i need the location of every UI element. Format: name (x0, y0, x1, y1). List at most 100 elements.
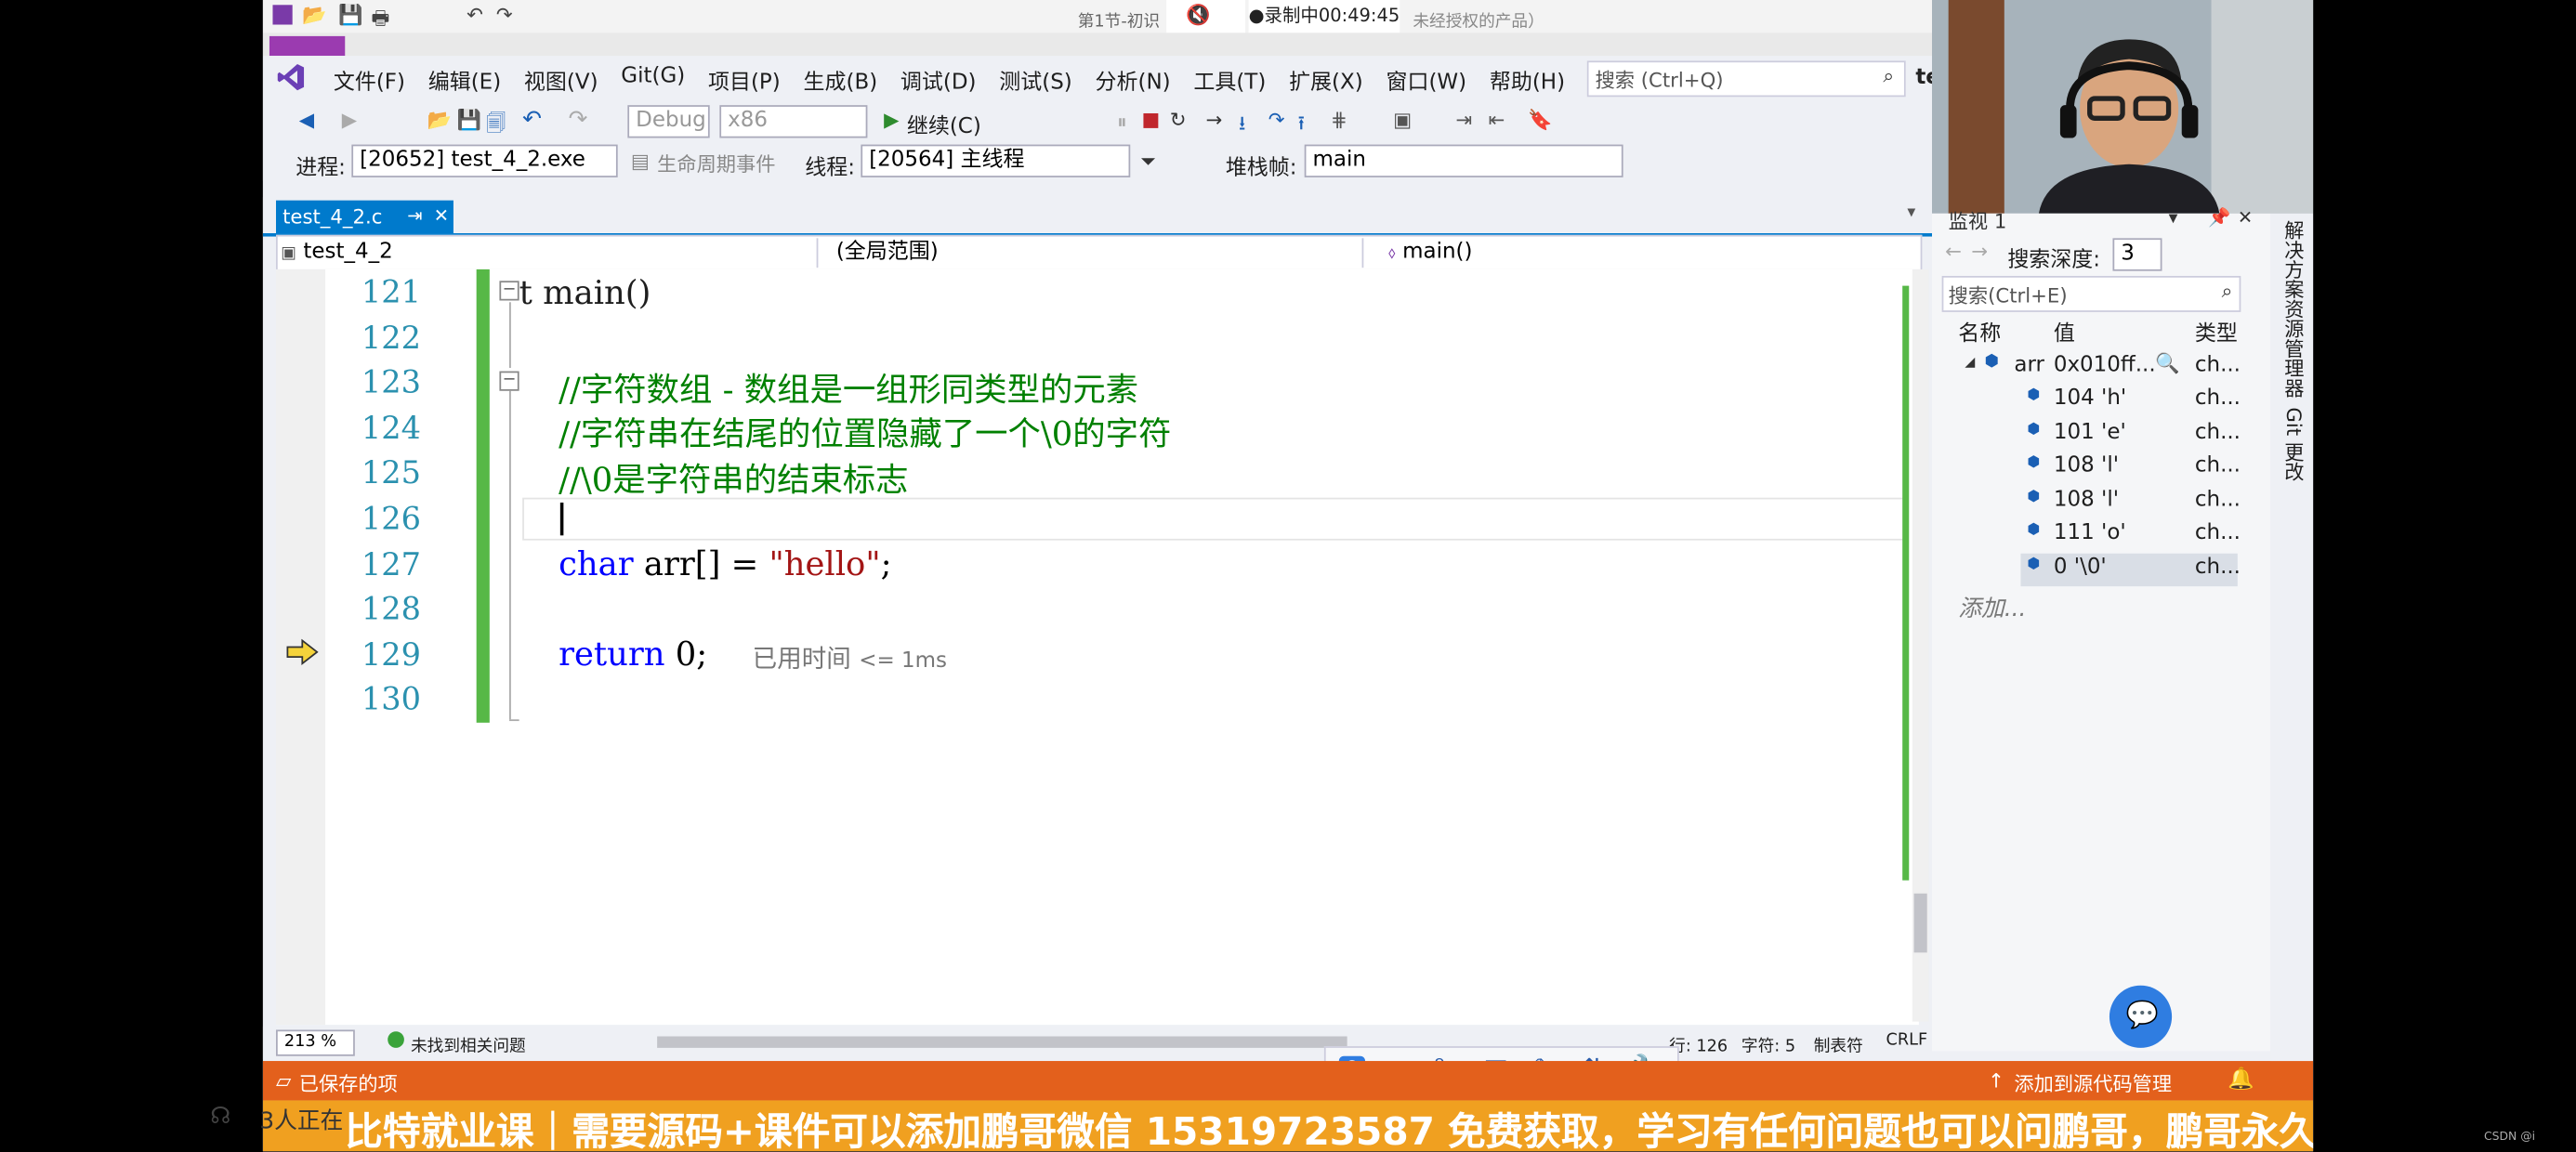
code-editor[interactable]: 121 122 123 124 125 126 127 128 129 130 − − t mai… (276, 268, 1929, 1026)
editor-status-bar: 213 % 未找到相关问题 行: 126 字符: 5 制表符 CRLF (262, 1026, 1933, 1060)
watch-row-arr[interactable]: ◢ ⬢ arr 0x010ff... 🔍 ch... (1932, 351, 2261, 384)
menu-item[interactable]: 测试(S) (988, 64, 1084, 96)
configuration-dropdown[interactable]: Debug (627, 105, 710, 138)
column-value-header[interactable]: 值 (2054, 315, 2075, 347)
step-out-icon[interactable]: ⭱ (1298, 109, 1305, 143)
tabs-indicator[interactable]: 制表符 (1814, 1031, 1863, 1055)
redo-toolbar-icon[interactable]: ↷ (569, 107, 588, 133)
forward-icon[interactable]: ▶ (342, 109, 357, 132)
watch-close-icon[interactable]: ✕ (2238, 207, 2253, 229)
restart-icon[interactable]: ↻ (1170, 109, 1187, 132)
menu-item[interactable]: 分析(N) (1084, 64, 1182, 96)
issues-status[interactable]: 未找到相关问题 (411, 1031, 526, 1055)
bookmark-icon[interactable]: 🔖 (1528, 109, 1552, 132)
close-tab-icon[interactable]: ✕ (434, 205, 449, 227)
hex-display-icon[interactable]: ⋕ (1331, 109, 1347, 132)
continue-button[interactable]: 继续(C) (907, 109, 981, 140)
line-number: 123 (361, 364, 422, 401)
function-icon: ⬨ (1387, 244, 1396, 263)
watch-child-row[interactable]: ⬢ 101 'e' ch... (1932, 418, 2261, 451)
window-title-fragment: 第1节-初识 (1077, 13, 1161, 32)
git-changes-tab[interactable]: Git 更改 (2280, 407, 2306, 481)
collapse-comment-icon[interactable]: − (499, 371, 519, 391)
stop-icon[interactable] (1143, 112, 1159, 128)
redo-icon[interactable]: ↷ (496, 4, 513, 27)
add-to-source-control-button[interactable]: 添加到源代码管理 (2014, 1069, 2172, 1097)
watch-back-icon[interactable]: ← (1945, 240, 1962, 263)
char-indicator: 字符: 5 (1741, 1038, 1796, 1056)
vertical-scrollbar[interactable] (1912, 268, 1929, 1022)
solution-explorer-tab[interactable]: 解决方案资源管理器 (2280, 220, 2306, 398)
watch-add-item[interactable]: 添加... (1958, 591, 2026, 623)
watch-child-row[interactable]: ⬢ 108 'l' ch... (1932, 452, 2261, 484)
save-file-icon[interactable]: 💾 (456, 109, 480, 132)
member-dropdown[interactable]: ⬨ main() (1388, 238, 1904, 268)
open-icon[interactable]: 📂 (302, 4, 326, 27)
column-name-header[interactable]: 名称 (1958, 315, 2001, 347)
back-icon[interactable]: ◀ (299, 109, 314, 132)
filter-icon[interactable]: ⏷ (1140, 150, 1156, 175)
outdent-icon[interactable]: ⇤ (1489, 109, 1505, 132)
tab-test-4-2-c[interactable]: test_4_2.c ⇥ ✕ (276, 200, 453, 234)
collapse-main-icon[interactable]: − (499, 281, 519, 301)
project-dropdown[interactable]: ▣ test_4_2 (281, 238, 819, 268)
mute-button[interactable]: 🔇 (1166, 0, 1246, 33)
watch-child-row[interactable]: ⬢ 104 'h' ch... (1932, 385, 2261, 417)
outline-guide-2 (509, 390, 511, 720)
process-dropdown[interactable]: [20652] test_4_2.exe (351, 144, 618, 177)
line-number: 127 (361, 545, 422, 583)
eol-indicator[interactable]: CRLF (1886, 1031, 1928, 1049)
collapse-arr-icon[interactable]: ◢ (1965, 355, 1975, 370)
lifecycle-events-button[interactable]: 生命周期事件 (657, 150, 775, 177)
watch-pin-icon[interactable]: 📌 (2208, 207, 2230, 229)
stage: 📂 💾 🖶 ↶ ↷ 第1节-初识 🔇 ●录制中00:49:45 未经授权的产品）… (0, 0, 2576, 1152)
horizontal-scrollbar[interactable] (657, 1036, 1347, 1048)
zoom-dropdown[interactable]: 213 % (276, 1029, 355, 1056)
chat-bubble-button[interactable]: 💬 (2109, 985, 2173, 1048)
menu-item[interactable]: 扩展(X) (1278, 64, 1374, 96)
watch-dropdown-icon[interactable]: ▾ (2169, 207, 2178, 229)
watch-child-row[interactable]: ⬢ 111 'o' ch... (1932, 519, 2261, 552)
show-next-statement-icon[interactable]: → (1206, 109, 1223, 132)
menu-item[interactable]: 项目(P) (697, 64, 793, 96)
menu-item[interactable]: 调试(D) (889, 64, 988, 96)
watch-forward-icon[interactable]: → (1971, 240, 1988, 263)
step-into-icon[interactable]: ⭳ (1239, 109, 1245, 143)
undo-toolbar-icon[interactable]: ↶ (522, 107, 542, 133)
search-box[interactable]: 搜索 (Ctrl+Q) ⌕ (1586, 60, 1906, 98)
search-depth-dropdown[interactable]: 3 (2112, 238, 2162, 271)
open-file-icon[interactable]: 📂 (427, 109, 452, 132)
menu-item[interactable]: 生成(B) (792, 64, 888, 96)
visualizer-icon[interactable]: 🔍 (2155, 351, 2179, 374)
menu-item[interactable]: 工具(T) (1182, 64, 1278, 96)
menu-item[interactable]: 帮助(H) (1478, 64, 1576, 96)
indent-icon[interactable]: ⇥ (1455, 109, 1472, 132)
undo-icon[interactable]: ↶ (467, 4, 483, 27)
pin-tab-icon[interactable]: ⇥ (407, 205, 422, 227)
pause-icon[interactable]: ⏸ (1117, 110, 1127, 135)
save-all-icon[interactable]: 🗐 (486, 109, 506, 143)
standard-toolbar: ◀ ▶ 📂 💾 🗐 ↶ ↷ Debug x86 ▶ 继续(C) ⏸ ↻ → ⭳ … (262, 101, 1933, 143)
thread-dropdown[interactable]: [20564] 主线程 (861, 144, 1131, 177)
menu-item[interactable]: 文件(F) (322, 64, 417, 96)
stack-frame-dropdown[interactable]: main (1304, 144, 1623, 177)
menu-item[interactable]: Git(G) (610, 64, 697, 96)
save-icon[interactable]: 💾 (338, 4, 362, 27)
navigation-bar: ▣ test_4_2 (全局范围) ⬨ main() (276, 234, 1923, 271)
watch-child-row[interactable]: ⬢ 0 '\0' ch... (1932, 553, 2261, 587)
menu-item[interactable]: 编辑(E) (416, 64, 512, 96)
scope-dropdown[interactable]: (全局范围) (836, 238, 1364, 268)
watch-search-box[interactable]: 搜索(Ctrl+E) ⌕ (1941, 276, 2241, 312)
platform-dropdown[interactable]: x86 (719, 105, 868, 138)
breakpoint-window-icon[interactable]: ▣ (1393, 109, 1412, 132)
tab-overflow-icon[interactable]: ▾ (1907, 203, 1915, 221)
menu-item[interactable]: 窗口(W) (1374, 64, 1478, 96)
watch-child-row[interactable]: ⬢ 108 'l' ch... (1932, 486, 2261, 518)
vertical-scrollbar-thumb[interactable] (1913, 893, 1927, 953)
menu-item[interactable]: 视图(V) (513, 64, 610, 96)
column-type-header[interactable]: 类型 (2195, 315, 2238, 347)
notification-bell-icon[interactable]: 🔔 (2228, 1067, 2254, 1093)
ribbon-file-tab[interactable] (269, 35, 346, 57)
step-over-icon[interactable]: ↷ (1268, 109, 1285, 132)
continue-icon[interactable]: ▶ (884, 109, 899, 132)
